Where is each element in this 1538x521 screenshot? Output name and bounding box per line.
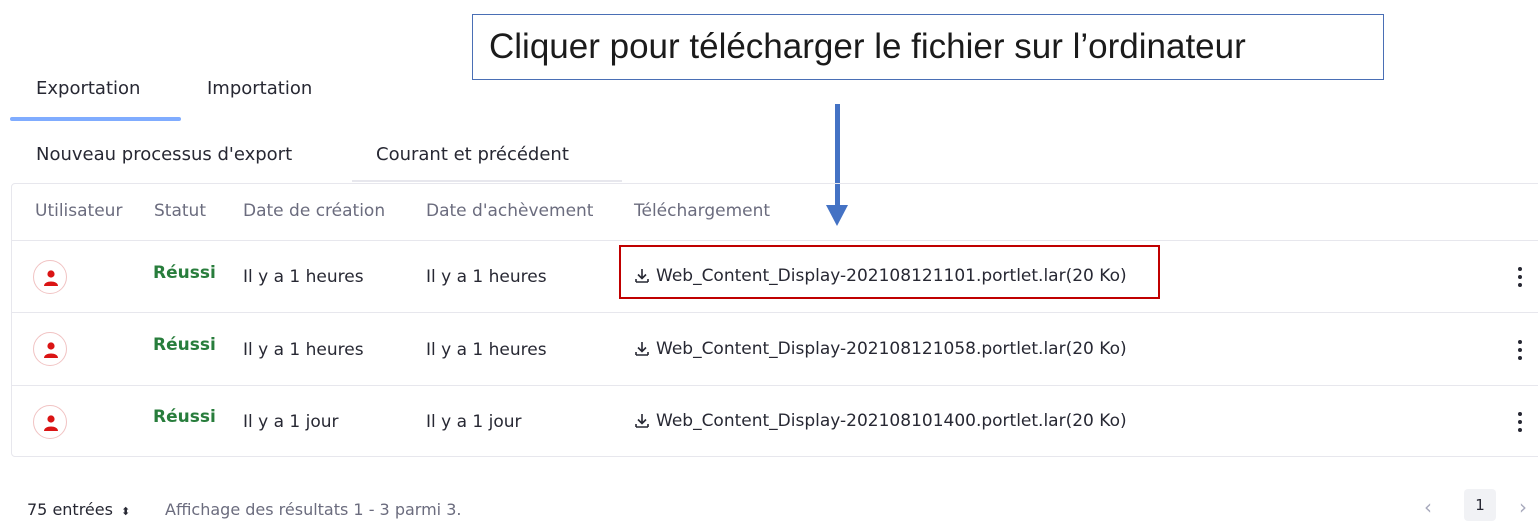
cell-created-date: Il y a 1 jour [243, 412, 339, 432]
cell-completed-date: Il y a 1 jour [426, 412, 522, 432]
avatar [33, 405, 67, 439]
subtab-new-export-process[interactable]: Nouveau processus d'export [36, 144, 292, 165]
column-header-status: Statut [154, 201, 206, 221]
row-actions-button[interactable] [1518, 340, 1524, 364]
column-header-user: Utilisateur [35, 201, 123, 221]
row-divider [12, 240, 1538, 241]
column-header-created: Date de création [243, 201, 386, 221]
download-icon [635, 342, 649, 356]
cell-created-date: Il y a 1 heures [243, 340, 364, 360]
user-icon [44, 415, 58, 431]
avatar [33, 260, 67, 294]
cell-completed-date: Il y a 1 heures [426, 340, 547, 360]
row-actions-button[interactable] [1518, 412, 1524, 436]
sort-icon: ⬍ [121, 505, 131, 518]
row-divider [12, 385, 1538, 386]
column-header-download: Téléchargement [634, 201, 771, 221]
user-icon [44, 270, 58, 286]
avatar [33, 332, 67, 366]
pagination-results: Affichage des résultats 1 - 3 parmi 3. [165, 500, 462, 519]
download-file-name: Web_Content_Display-202108121058.portlet… [656, 339, 1127, 359]
pagination-items-per-page[interactable]: 75 entrées ⬍ [27, 500, 130, 519]
row-actions-button[interactable] [1518, 267, 1524, 291]
subtab-current-and-previous[interactable]: Courant et précédent [376, 144, 569, 165]
active-tab-indicator [10, 117, 181, 121]
download-link[interactable]: Web_Content_Display-202108101400.portlet… [634, 411, 1127, 431]
status-badge: Réussi [153, 263, 216, 283]
status-badge: Réussi [153, 335, 216, 355]
cell-completed-date: Il y a 1 heures [426, 267, 547, 287]
annotation-callout: Cliquer pour télécharger le fichier sur … [472, 14, 1384, 80]
pagination-page-button[interactable]: 1 [1464, 489, 1496, 521]
active-subtab-indicator [352, 180, 622, 182]
chevron-right-icon[interactable]: › [1519, 495, 1527, 519]
annotation-highlight-box [619, 245, 1160, 299]
download-link[interactable]: Web_Content_Display-202108121058.portlet… [634, 339, 1127, 359]
entries-label: 75 entrées [27, 500, 113, 519]
annotation-callout-text: Cliquer pour télécharger le fichier sur … [489, 27, 1246, 66]
chevron-left-icon[interactable]: ‹ [1424, 495, 1432, 519]
status-badge: Réussi [153, 407, 216, 427]
tab-exportation[interactable]: Exportation [36, 78, 140, 99]
user-icon [44, 342, 58, 358]
download-icon [635, 414, 649, 428]
download-file-name: Web_Content_Display-202108101400.portlet… [656, 411, 1127, 431]
cell-created-date: Il y a 1 heures [243, 267, 364, 287]
row-divider [12, 312, 1538, 313]
tab-importation[interactable]: Importation [207, 78, 312, 99]
column-header-completed: Date d'achèvement [426, 201, 594, 221]
